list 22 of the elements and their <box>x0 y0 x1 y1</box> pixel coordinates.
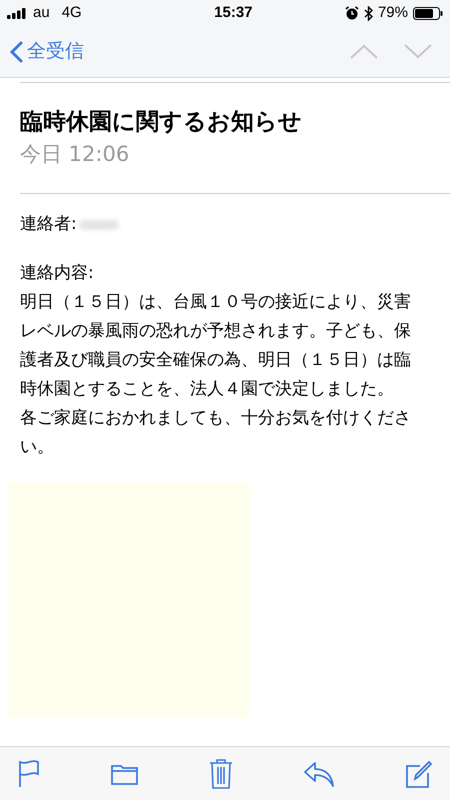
reply-icon[interactable] <box>303 760 336 786</box>
back-button[interactable]: 全受信 <box>10 37 84 66</box>
carrier-name: au <box>33 2 50 23</box>
compose-icon[interactable] <box>406 760 432 788</box>
alarm-icon <box>344 6 359 20</box>
battery-icon <box>412 6 443 20</box>
message-date: 今日 12:06 <box>20 141 130 168</box>
signal-icon <box>7 8 27 18</box>
body-paragraph: 連絡内容: <box>20 262 95 285</box>
chevron-left-icon <box>10 40 23 62</box>
redacted-name <box>78 220 119 230</box>
trash-icon[interactable] <box>208 758 232 788</box>
contact-label: 連絡者: <box>20 213 77 236</box>
message-subject: 臨時休園に関するお知らせ <box>20 108 303 137</box>
battery-percent: 79% <box>378 2 408 23</box>
body-paragraph: 各ご家庭におかれましても、十分お気を付けください。 <box>20 407 412 459</box>
network-type: 4G <box>62 2 82 23</box>
flag-icon[interactable] <box>18 760 40 788</box>
bluetooth-icon <box>364 6 373 20</box>
folder-icon[interactable] <box>110 762 138 784</box>
clock-time: 15:37 <box>214 2 253 23</box>
body-paragraph: 明日（１５日）は、台風１０号の接近により、災害レベルの暴風雨の恐れが予想されます。子ども、保護者及び職員の安全確保の為、明日（１５日）は臨時休園とすることを、法人４園で決定しました。 <box>20 291 412 401</box>
